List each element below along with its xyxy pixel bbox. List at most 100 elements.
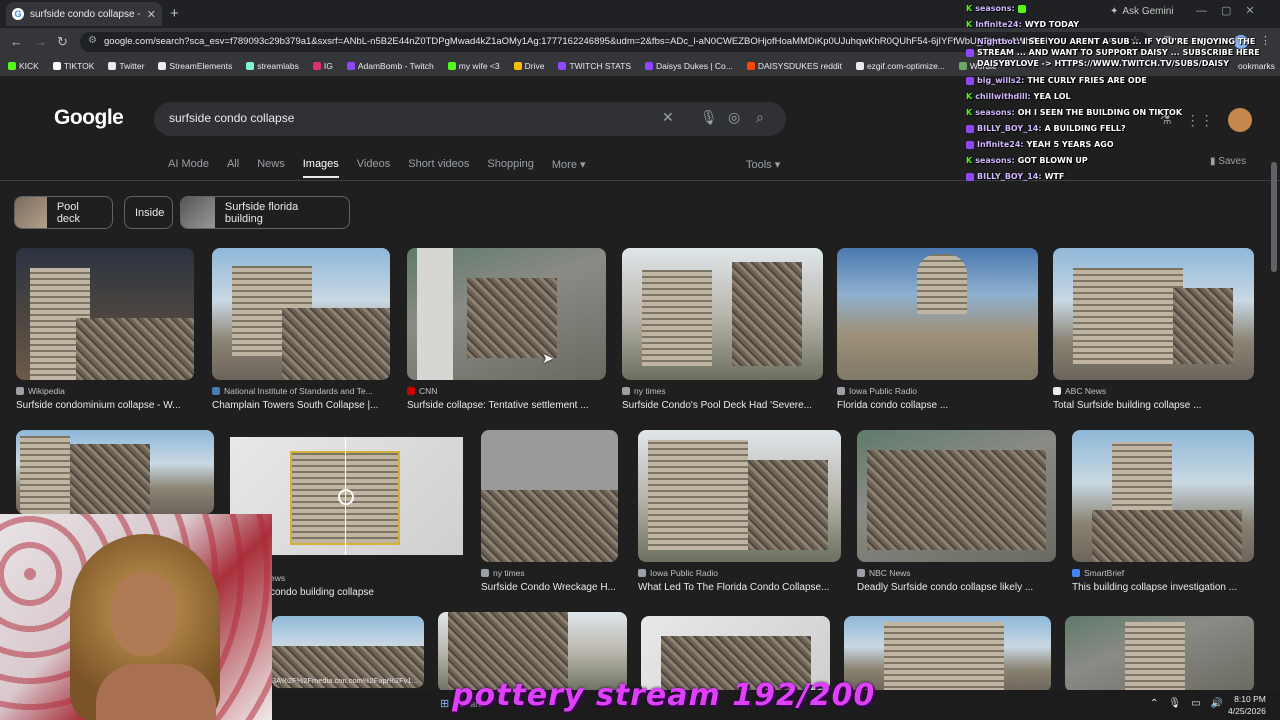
result-caption[interactable]: Champlain Towers South Collapse |... <box>212 400 390 411</box>
tab-videos[interactable]: Videos <box>357 158 390 178</box>
bookmark-item[interactable]: IG <box>312 56 333 76</box>
bookmark-item[interactable]: AdamBomb - Twitch <box>346 56 434 76</box>
browser-tab-active[interactable]: G surfside condo collapse - Goo... ✕ <box>6 2 162 26</box>
source-favicon-icon <box>622 387 630 395</box>
bookmark-item[interactable]: my wife <3 <box>447 56 500 76</box>
chat-message: Kseasons: GOT BLOWN UP <box>966 156 1088 165</box>
rubble-shape <box>732 262 802 366</box>
new-tab-icon[interactable]: + <box>170 5 179 22</box>
taskbar-clock[interactable]: 8:10 PM 4/25/2026 <box>1228 693 1266 717</box>
result-caption[interactable]: Deadly Surfside condo collapse likely ..… <box>857 582 1056 593</box>
building-shape <box>884 622 1004 692</box>
result-thumbnail[interactable] <box>837 248 1038 380</box>
search-box[interactable]: surfside condo collapse ✕ 🎙 ◎ ⌕ <box>154 102 786 136</box>
search-input[interactable]: surfside condo collapse <box>169 111 294 125</box>
reload-icon[interactable]: ↻ <box>57 34 68 50</box>
result-thumbnail[interactable] <box>638 430 841 562</box>
stream-chat-overlay: Kseasons: K Infinite24: WYD TODAY Nightbot… <box>966 4 1266 188</box>
result-thumbnail[interactable] <box>1072 430 1254 562</box>
result-source: CNN <box>407 386 437 396</box>
kick-badge-icon: K <box>966 92 973 101</box>
result-thumbnail[interactable] <box>16 248 194 380</box>
result-thumbnail[interactable] <box>481 430 618 562</box>
tools-button[interactable]: Tools ▾ <box>746 158 780 171</box>
result-thumbnail[interactable] <box>16 430 214 514</box>
result-caption[interactable]: Surfside collapse: Tentative settlement … <box>407 400 606 411</box>
tab-more[interactable]: More ▾ <box>552 158 586 178</box>
camera-lens-icon[interactable]: ◎ <box>728 109 740 126</box>
rubble-shape <box>481 490 618 562</box>
result-caption[interactable]: This building collapse investigation ... <box>1072 582 1254 593</box>
bookmark-item[interactable]: TIKTOK <box>52 56 94 76</box>
chip-inside[interactable]: Inside <box>124 196 173 229</box>
result-thumbnail[interactable] <box>1053 248 1254 380</box>
chevron-up-icon[interactable]: ⌃ <box>1150 698 1158 709</box>
display-tray-icon[interactable]: ▭ <box>1191 698 1200 709</box>
bookmark-favicon-icon <box>558 62 567 70</box>
volume-icon[interactable]: 🔊 <box>1211 698 1223 709</box>
tab-images[interactable]: Images <box>302 158 339 178</box>
chevron-down-icon: ▾ <box>774 159 781 171</box>
bookmark-item[interactable]: DAISYSDUKES reddit <box>746 56 842 76</box>
result-caption[interactable]: Surfside Condo's Pool Deck Had 'Severe..… <box>622 400 823 411</box>
back-arrow-icon[interactable]: ← <box>10 34 23 49</box>
result-caption[interactable]: condo building collapse <box>270 587 463 598</box>
close-tab-icon[interactable]: ✕ <box>147 8 156 21</box>
tab-shopping[interactable]: Shopping <box>487 158 534 178</box>
bookmark-favicon-icon <box>855 62 864 70</box>
result-caption[interactable]: Surfside condominium collapse - W... <box>16 400 194 411</box>
bookmark-item[interactable]: streamlabs <box>246 56 299 76</box>
result-source: Iowa Public Radio <box>638 568 718 578</box>
result-caption[interactable]: Surfside Condo Wreckage H... <box>481 582 618 593</box>
bookmark-item[interactable]: Daisys Dukes | Co... <box>645 56 733 76</box>
bookmark-favicon-icon <box>746 62 755 70</box>
forward-arrow-icon[interactable]: → <box>34 34 47 49</box>
site-info-icon[interactable]: ⚙ <box>88 35 97 46</box>
windows-start-icon[interactable]: ⊞ <box>440 697 449 710</box>
microphone-icon[interactable]: 🎙 <box>700 109 718 126</box>
result-caption[interactable]: Florida condo collapse ... <box>837 400 1038 411</box>
bookmark-item[interactable]: KICK <box>8 56 39 76</box>
bookmark-item[interactable]: ezgif.com-optimize... <box>855 56 945 76</box>
page-scrollbar[interactable] <box>1271 162 1277 272</box>
bookmark-item[interactable]: Twitter <box>108 56 144 76</box>
rubble-shape <box>76 318 194 380</box>
building-shape <box>917 254 967 314</box>
result-thumbnail[interactable] <box>1065 616 1254 692</box>
result-caption[interactable]: What Led To The Florida Condo Collapse..… <box>638 582 841 593</box>
stream-title-overlay: pottery stream 192/200 <box>452 678 876 713</box>
building-shape <box>1125 622 1185 692</box>
rubble-shape <box>748 460 828 550</box>
result-thumbnail[interactable] <box>212 248 390 380</box>
result-thumbnail[interactable] <box>857 430 1056 562</box>
tab-short-videos[interactable]: Short videos <box>408 158 469 178</box>
twitch-badge-icon <box>966 124 974 133</box>
compare-slider-icon[interactable] <box>338 489 354 505</box>
clear-search-icon[interactable]: ✕ <box>662 109 674 126</box>
source-favicon-icon <box>1053 387 1061 395</box>
rubble-shape <box>867 450 1046 550</box>
chat-message: K Infinite24: WYD TODAY <box>966 20 1079 29</box>
bookmark-favicon-icon <box>8 62 16 70</box>
building-shape <box>648 440 748 550</box>
bookmark-item[interactable]: Drive <box>513 56 544 76</box>
bookmark-item[interactable]: TWITCH STATS <box>558 56 631 76</box>
tab-news[interactable]: News <box>257 158 285 178</box>
result-thumbnail[interactable] <box>407 248 606 380</box>
chip-surfside-florida-building[interactable]: Surfside florida building <box>180 196 350 229</box>
microphone-tray-icon[interactable]: 🎙 <box>1168 698 1181 709</box>
rubble-shape <box>282 308 390 380</box>
chip-pool-deck[interactable]: Pool deck <box>14 196 113 229</box>
building-shape <box>1073 268 1183 364</box>
tab-all[interactable]: All <box>227 158 239 178</box>
search-icon[interactable]: ⌕ <box>756 109 764 126</box>
bookmark-favicon-icon <box>645 62 653 70</box>
system-tray: ⌃ 🎙 ▭ 🔊 <box>1150 698 1223 709</box>
google-logo[interactable]: Google <box>54 106 124 130</box>
result-thumbnail[interactable] <box>622 248 823 380</box>
result-caption[interactable]: Total Surfside building collapse ... <box>1053 400 1254 411</box>
bookmark-item[interactable]: StreamElements <box>158 56 232 76</box>
bookmark-favicon-icon <box>312 62 321 70</box>
google-favicon-icon: G <box>12 8 24 20</box>
tab-ai-mode[interactable]: AI Mode <box>168 158 209 178</box>
